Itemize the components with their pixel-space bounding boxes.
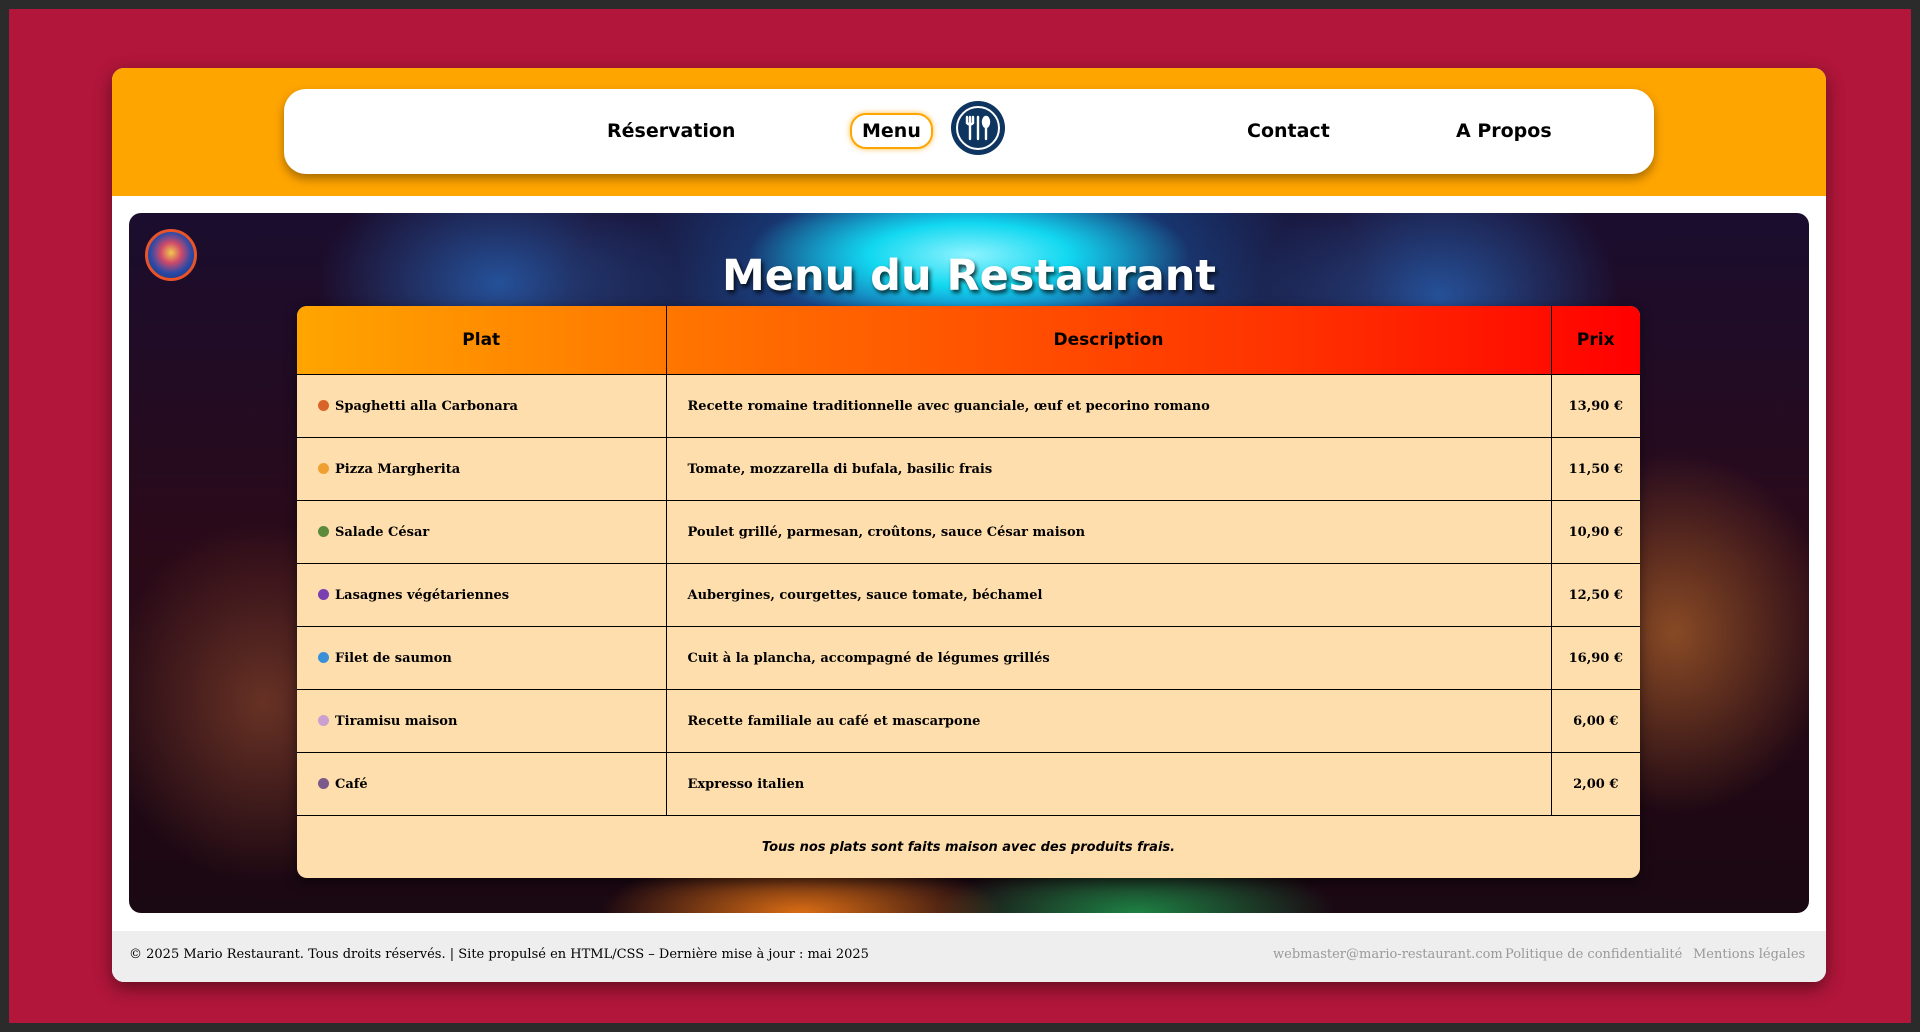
table-row: Salade César Poulet grillé, parmesan, cr… (297, 500, 1640, 564)
dish-price: 11,50 € (1551, 437, 1640, 501)
dish-description: Recette familiale au café et mascarpone (666, 689, 1552, 753)
nav-link-reservation[interactable]: Réservation (607, 115, 735, 147)
dish-name: Café (335, 776, 368, 792)
dish-name: Lasagnes végétariennes (335, 587, 510, 603)
dish-cell: Lasagnes végétariennes (297, 563, 667, 627)
eggplant-icon (318, 588, 329, 600)
menu-table: Plat Description Prix Spaghetti alla Car… (297, 306, 1640, 878)
dish-cell: Salade César (297, 500, 667, 564)
nav-bar: Réservation Menu Contact A Propos (284, 89, 1654, 174)
dish-price: 6,00 € (1551, 689, 1640, 753)
footer-legal-link[interactable]: Mentions légales (1693, 947, 1805, 962)
dish-description: Poulet grillé, parmesan, croûtons, sauce… (666, 500, 1552, 564)
dish-description: Tomate, mozzarella di bufala, basilic fr… (666, 437, 1552, 501)
menu-section: Menu du Restaurant Plat Description Prix… (129, 213, 1809, 913)
dish-cell: Tiramisu maison (297, 689, 667, 753)
fork-knife-spoon-icon[interactable] (951, 101, 1005, 155)
column-header-prix: Prix (1551, 306, 1640, 375)
nav-link-contact[interactable]: Contact (1247, 115, 1330, 147)
dish-description: Expresso italien (666, 752, 1552, 816)
table-row: Spaghetti alla Carbonara Recette romaine… (297, 374, 1640, 438)
nav-link-a-propos[interactable]: A Propos (1456, 115, 1552, 147)
table-row: Pizza Margherita Tomate, mozzarella di b… (297, 437, 1640, 501)
pizza-icon (318, 462, 329, 474)
spaghetti-icon (318, 399, 329, 411)
dish-price: 16,90 € (1551, 626, 1640, 690)
dish-description: Cuit à la plancha, accompagné de légumes… (666, 626, 1552, 690)
column-header-description: Description (666, 306, 1552, 375)
fish-icon (318, 651, 329, 663)
cake-icon (318, 714, 329, 726)
table-row: Filet de saumon Cuit à la plancha, accom… (297, 626, 1640, 690)
table-note-row: Tous nos plats sont faits maison avec de… (297, 816, 1640, 879)
table-row: Lasagnes végétariennes Aubergines, courg… (297, 563, 1640, 627)
footer: © 2025 Mario Restaurant. Tous droits rés… (112, 931, 1826, 982)
dish-name: Salade César (335, 524, 430, 540)
dish-name: Tiramisu maison (335, 713, 458, 729)
footer-privacy-link[interactable]: Politique de confidentialité (1505, 947, 1682, 962)
table-row: Tiramisu maison Recette familiale au caf… (297, 689, 1640, 753)
dish-price: 10,90 € (1551, 500, 1640, 564)
dish-price: 12,50 € (1551, 563, 1640, 627)
header: Réservation Menu Contact A Propos (112, 68, 1826, 196)
footer-copyright: © 2025 Mario Restaurant. Tous droits rés… (129, 947, 869, 962)
dish-cell: Pizza Margherita (297, 437, 667, 501)
dish-cell: Filet de saumon (297, 626, 667, 690)
dish-name: Pizza Margherita (335, 461, 461, 477)
dish-price: 13,90 € (1551, 374, 1640, 438)
page-title: Menu du Restaurant (722, 251, 1216, 301)
dish-description: Aubergines, courgettes, sauce tomate, bé… (666, 563, 1552, 627)
table-header-row: Plat Description Prix (297, 306, 1640, 375)
dish-cell: Café (297, 752, 667, 816)
table-row: Café Expresso italien 2,00 € (297, 752, 1640, 816)
footer-email-link[interactable]: webmaster@mario-restaurant.com (1273, 947, 1503, 962)
dish-name: Spaghetti alla Carbonara (335, 398, 518, 414)
salad-icon (318, 525, 329, 537)
page-background: Réservation Menu Contact A Propos Menu d… (9, 9, 1911, 1023)
column-header-plat: Plat (297, 306, 667, 375)
dish-price: 2,00 € (1551, 752, 1640, 816)
table-note: Tous nos plats sont faits maison avec de… (761, 839, 1176, 855)
dish-description: Recette romaine traditionnelle avec guan… (666, 374, 1552, 438)
coffee-icon (318, 777, 329, 789)
site-container: Réservation Menu Contact A Propos Menu d… (112, 68, 1826, 982)
dish-cell: Spaghetti alla Carbonara (297, 374, 667, 438)
dish-name: Filet de saumon (335, 650, 452, 666)
nav-link-menu[interactable]: Menu (850, 113, 933, 149)
